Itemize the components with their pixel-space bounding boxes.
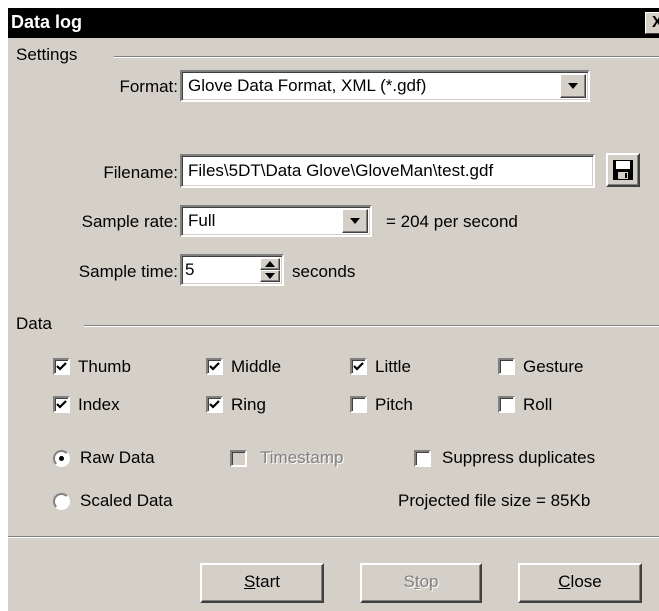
start-button-mnemonic: S — [244, 572, 256, 591]
raw-data-radio[interactable] — [53, 450, 70, 467]
filename-input-value: Files\5DT\Data Glove\GloveMan\test.gdf — [188, 161, 494, 180]
projected-file-size: Projected file size = 85Kb — [398, 491, 591, 510]
data-log-dialog: Data log X Settings Format: Glove Data F… — [8, 8, 659, 611]
timestamp-label: Timestamp — [260, 448, 344, 467]
format-select[interactable]: Glove Data Format, XML (*.gdf) — [180, 70, 590, 102]
close-button[interactable]: Close — [518, 563, 642, 603]
format-dropdown-button[interactable] — [560, 74, 586, 98]
radio-dot — [59, 456, 64, 461]
start-button-label: tart — [255, 572, 280, 591]
start-button[interactable]: Start — [200, 563, 324, 603]
stop-button: Stop — [360, 563, 482, 603]
arrow-up-icon — [265, 261, 275, 267]
sample-time-label: Sample time: — [78, 262, 178, 281]
sample-time-decrement[interactable] — [260, 270, 280, 282]
roll-label: Roll — [523, 395, 553, 414]
close-button-label: lose — [570, 572, 602, 591]
checkmark-icon — [56, 362, 67, 371]
thumb-checkbox[interactable] — [53, 358, 70, 375]
close-icon[interactable]: X — [645, 12, 659, 34]
format-label: Format: — [119, 77, 178, 96]
filename-label: Filename: — [103, 163, 178, 182]
scaled-data-radio[interactable] — [53, 493, 70, 510]
little-checkbox[interactable] — [350, 358, 367, 375]
sample-time-value: 5 — [185, 260, 195, 279]
sample-time-unit: seconds — [292, 262, 356, 281]
window-title: Data log — [11, 12, 83, 32]
raw-data-label: Raw Data — [80, 448, 155, 467]
timestamp-checkbox — [230, 450, 247, 467]
settings-group-divider — [114, 56, 659, 58]
chevron-down-icon — [568, 83, 578, 89]
format-select-value: Glove Data Format, XML (*.gdf) — [188, 76, 427, 95]
stop-button-label-start: S — [403, 572, 415, 591]
gesture-checkbox[interactable] — [498, 358, 515, 375]
filename-input[interactable]: Files\5DT\Data Glove\GloveMan\test.gdf — [180, 154, 595, 188]
sample-rate-note: = 204 per second — [386, 212, 518, 231]
pitch-label: Pitch — [375, 395, 413, 414]
middle-label: Middle — [231, 357, 282, 376]
roll-checkbox[interactable] — [498, 396, 515, 413]
ring-label: Ring — [231, 395, 266, 414]
suppress-duplicates-checkbox[interactable] — [414, 450, 431, 467]
stop-button-label: op — [419, 572, 439, 591]
checkmark-icon — [209, 400, 220, 409]
data-group-label: Data — [16, 314, 52, 333]
sample-rate-label: Sample rate: — [81, 212, 178, 231]
sample-rate-select-value: Full — [188, 211, 216, 230]
gesture-label: Gesture — [523, 357, 584, 376]
sample-time-increment[interactable] — [260, 258, 280, 270]
save-file-button[interactable] — [606, 153, 640, 187]
chevron-down-icon — [265, 273, 275, 279]
scaled-data-label: Scaled Data — [80, 491, 173, 510]
close-button-mnemonic: C — [558, 572, 571, 591]
checkmark-icon — [56, 400, 67, 409]
save-icon — [613, 160, 633, 180]
checkmark-icon — [209, 362, 220, 371]
sample-time-spinner[interactable]: 5 — [180, 254, 284, 286]
sample-rate-dropdown-button[interactable] — [342, 209, 368, 233]
middle-checkbox[interactable] — [206, 358, 223, 375]
ring-checkbox[interactable] — [206, 396, 223, 413]
title-bar: Data log X — [8, 8, 659, 38]
chevron-down-icon — [350, 218, 360, 224]
settings-group-label: Settings — [16, 45, 78, 64]
suppress-duplicates-label: Suppress duplicates — [442, 448, 596, 467]
sample-rate-select[interactable]: Full — [180, 205, 372, 237]
index-checkbox[interactable] — [53, 396, 70, 413]
checkmark-icon — [353, 362, 364, 371]
footer-divider — [8, 536, 659, 538]
pitch-checkbox[interactable] — [350, 396, 367, 413]
thumb-label: Thumb — [78, 357, 131, 376]
data-group-divider — [84, 325, 659, 327]
little-label: Little — [375, 357, 411, 376]
index-label: Index — [78, 395, 120, 414]
